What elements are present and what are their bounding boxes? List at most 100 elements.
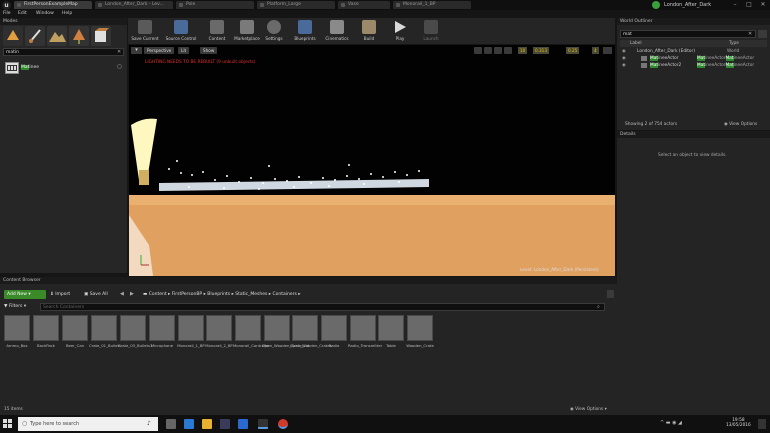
tab-4[interactable]: Vase [338, 1, 390, 9]
play-button[interactable]: Play [388, 19, 412, 43]
asset-thumbnail[interactable] [206, 315, 232, 341]
launch-button[interactable]: Launch [420, 19, 442, 43]
cinematics-button[interactable]: Cinematics [322, 19, 352, 43]
build-button[interactable]: Build [356, 19, 382, 43]
clear-search-icon[interactable]: ✕ [748, 30, 752, 38]
save-current-button[interactable]: Save Current [130, 19, 160, 43]
rotation-snap-value[interactable]: 0.313 [533, 47, 549, 54]
taskbar-search-box[interactable]: Type here to search [18, 417, 158, 431]
cb-lock-icon[interactable] [607, 290, 614, 298]
tab-1[interactable]: London_After_Dark - Lev... [95, 1, 173, 9]
back-icon[interactable]: ◀ [120, 290, 128, 299]
label-column-header[interactable]: Label [630, 41, 642, 46]
asset-thumbnail[interactable] [350, 315, 376, 341]
asset-thumbnail[interactable] [33, 315, 59, 341]
asset-thumbnail[interactable] [292, 315, 318, 341]
asset-thumbnail[interactable] [235, 315, 261, 341]
eye-icon[interactable]: ◉ [622, 49, 626, 54]
asset-thumbnail[interactable] [178, 315, 204, 341]
asset-thumbnail[interactable] [4, 315, 30, 341]
microphone-icon[interactable]: ♪ [147, 420, 151, 427]
translate-icon[interactable] [474, 47, 482, 54]
viewport-options-button[interactable]: ▾ [131, 47, 142, 54]
menu-help[interactable]: Help [62, 10, 72, 18]
minimize-button[interactable]: – [728, 0, 742, 10]
outliner-row-matineeactor2[interactable]: MatineeActor2 [650, 63, 681, 68]
matinee-icon[interactable] [5, 62, 19, 74]
store-icon[interactable] [220, 419, 230, 429]
breadcrumb-containers[interactable]: Containers [272, 292, 296, 297]
asset-thumbnail[interactable] [149, 315, 175, 341]
outliner-row-matineeactor[interactable]: MatineeActor [650, 56, 679, 61]
taskbar-clock[interactable]: 19:58 13/05/2016 [726, 418, 751, 428]
landscape-mode-icon[interactable] [47, 26, 67, 46]
eye-icon[interactable]: ◉ [622, 63, 626, 68]
world-local-icon[interactable] [504, 47, 512, 54]
breadcrumb-blueprints[interactable]: Blueprints [207, 292, 230, 297]
geometry-mode-icon[interactable] [91, 26, 111, 46]
rotate-icon[interactable] [484, 47, 492, 54]
marketplace-button[interactable]: Marketplace [230, 19, 264, 43]
file-explorer-icon[interactable] [202, 419, 212, 429]
scale-snap-value[interactable]: 0.25 [566, 47, 580, 54]
cb-view-options[interactable]: ◉ View Options ▾ [570, 407, 607, 412]
save-all-button[interactable]: ▣ Save All [84, 290, 108, 299]
outliner-settings-icon[interactable] [758, 30, 767, 38]
filters-button[interactable]: ▼ Filters ▾ [4, 303, 26, 311]
breadcrumb-firstpersonbp[interactable]: FirstPersonBP [172, 292, 202, 297]
menu-edit[interactable]: Edit [18, 10, 27, 18]
matinee-list-item[interactable]: Matinee [21, 65, 39, 70]
show-button[interactable]: Show [200, 47, 218, 54]
breadcrumb-content[interactable]: Content [149, 292, 167, 297]
tab-5[interactable]: Monorail_1_BP [393, 1, 471, 9]
scale-icon[interactable] [494, 47, 502, 54]
tab-2[interactable]: Pole [176, 1, 254, 9]
asset-thumbnail[interactable] [407, 315, 433, 341]
menu-file[interactable]: File [3, 10, 11, 18]
system-tray-icons[interactable]: ^ ▬ ◉ ◢ [660, 420, 682, 426]
eye-icon[interactable]: ◉ [622, 56, 626, 61]
foliage-mode-icon[interactable] [69, 26, 89, 46]
cb-search-input[interactable]: Search Containers [40, 303, 605, 311]
notifications-icon[interactable] [758, 419, 766, 429]
asset-thumbnail[interactable] [264, 315, 290, 341]
task-view-icon[interactable] [166, 419, 176, 429]
close-button[interactable]: ✕ [756, 0, 770, 10]
lit-button[interactable]: Lit [178, 47, 190, 54]
perspective-button[interactable]: Perspective [144, 47, 175, 54]
maximize-viewport-icon[interactable] [603, 47, 612, 54]
outliner-row-world[interactable]: London_After_Dark (Editor) [637, 49, 695, 54]
modes-search-input[interactable]: matin [3, 48, 124, 56]
maximize-button[interactable]: □ [742, 0, 756, 10]
asset-thumbnail[interactable] [378, 315, 404, 341]
asset-thumbnail[interactable] [321, 315, 347, 341]
add-new-button[interactable]: Add New ▾ [4, 290, 46, 299]
grid-snap-value[interactable]: 10 [518, 47, 528, 54]
type-column-header[interactable]: Type [729, 41, 739, 46]
tab-0[interactable]: FirstPersonExampleMap [14, 1, 92, 9]
asset-thumbnail[interactable] [91, 315, 117, 341]
blueprints-button[interactable]: Blueprints [290, 19, 320, 43]
chrome-icon[interactable] [278, 419, 288, 429]
settings-button[interactable]: Settings [262, 19, 286, 43]
mail-icon[interactable] [238, 419, 248, 429]
tab-3[interactable]: Platform_Large [257, 1, 335, 9]
asset-thumbnail[interactable] [120, 315, 146, 341]
breadcrumb-static-meshes[interactable]: Static_Meshes [235, 292, 267, 297]
camera-speed-value[interactable]: 4 [592, 47, 599, 54]
edge-icon[interactable] [184, 419, 194, 429]
outliner-search-input[interactable]: mat [620, 30, 756, 38]
windows-start-icon[interactable] [3, 419, 13, 429]
unreal-taskbar-icon[interactable] [258, 419, 268, 429]
level-viewport[interactable] [129, 45, 615, 276]
outliner-view-options[interactable]: ◉ View Options [724, 122, 757, 127]
source-control-button[interactable]: Source Control [162, 19, 200, 43]
clear-search-icon[interactable]: ✕ [117, 48, 121, 56]
forward-icon[interactable]: ▶ [130, 290, 138, 299]
asset-thumbnail[interactable] [62, 315, 88, 341]
paint-mode-icon[interactable] [25, 26, 45, 46]
content-button[interactable]: Content [203, 19, 231, 43]
import-button[interactable]: ⬇ Import [50, 290, 70, 299]
place-mode-icon[interactable] [3, 26, 23, 46]
menu-window[interactable]: Window [36, 10, 54, 18]
